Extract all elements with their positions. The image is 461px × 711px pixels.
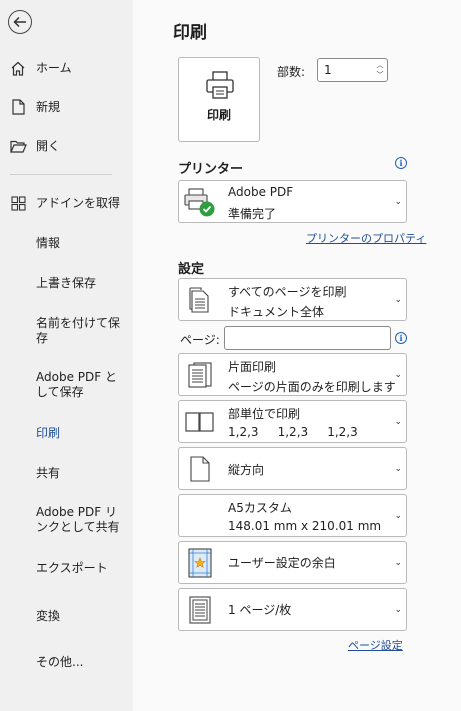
single-sided-icon — [182, 357, 218, 393]
page-setup-link[interactable]: ページ設定 — [348, 637, 403, 653]
sidebar-item-get-addins[interactable]: アドインを取得 — [0, 193, 133, 213]
sidebar-item-label: ホーム — [36, 60, 72, 75]
printer-ready-icon — [182, 184, 218, 220]
sidebar-item-home[interactable]: ホーム — [0, 58, 133, 78]
back-button[interactable] — [8, 10, 32, 34]
sides-title: 片面印刷 — [228, 360, 277, 374]
sidebar-item-print[interactable]: 印刷 — [0, 423, 133, 443]
print-range-title: すべてのページを印刷 — [228, 285, 347, 299]
sidebar-item-save[interactable]: 上書き保存 — [0, 273, 133, 293]
sidebar-item-label: 情報 — [36, 235, 61, 250]
sidebar-item-label: 上書き保存 — [36, 275, 97, 290]
sidebar-item-save-as-adobe-pdf[interactable]: Adobe PDF と して保存 — [0, 369, 133, 401]
sidebar-item-info[interactable]: 情報 — [0, 233, 133, 253]
sidebar-item-label: 共有 — [36, 465, 61, 480]
print-pane: 印刷 印刷 部数: 1 ︿ ﹀ プリンター i Adobe PDF 準備完了 ⌄… — [133, 0, 461, 711]
chevron-up-icon[interactable]: ︿ — [377, 60, 384, 70]
sides-subtitle: ページの片面のみを印刷します — [228, 380, 396, 394]
sidebar-item-label: 新規 — [36, 99, 61, 114]
paper-size-title: A5カスタム — [228, 501, 292, 515]
collation-subtitle: 1,2,3 1,2,3 1,2,3 — [228, 425, 358, 439]
sidebar-item-label: 開く — [36, 138, 61, 153]
pages-label: ページ: — [180, 333, 220, 347]
copies-stepper[interactable]: ︿ ﹀ — [374, 60, 386, 80]
pages-input[interactable] — [224, 326, 391, 350]
printer-status: 準備完了 — [228, 207, 277, 221]
printer-name: Adobe PDF — [228, 185, 294, 199]
paper-size-subtitle: 148.01 mm x 210.01 mm — [228, 519, 382, 533]
sidebar-item-new[interactable]: 新規 — [0, 97, 133, 117]
back-arrow-icon — [13, 16, 26, 28]
collation-title: 部単位で印刷 — [228, 407, 301, 421]
margins-title: ユーザー設定の余白 — [228, 556, 336, 570]
sidebar-item-label: 変換 — [36, 608, 61, 623]
sidebar-item-label: エクスポート — [36, 560, 108, 575]
chevron-down-icon[interactable]: ﹀ — [377, 70, 384, 80]
settings-section-title: 設定 — [178, 262, 205, 277]
print-range-dropdown[interactable]: すべてのページを印刷 ドキュメント全体 ⌄ — [178, 278, 407, 321]
chevron-down-icon: ⌄ — [394, 369, 402, 380]
sidebar-item-label: Adobe PDF と して保存 — [36, 370, 117, 399]
sidebar-item-more[interactable]: その他... — [0, 652, 133, 672]
chevron-down-icon: ⌄ — [394, 510, 402, 521]
printer-section-title: プリンター — [178, 162, 244, 177]
portrait-icon — [182, 451, 218, 487]
collate-icon — [182, 404, 218, 440]
pages-icon — [182, 282, 218, 318]
margins-icon — [182, 545, 218, 581]
sidebar-item-save-as[interactable]: 名前を付けて保 存 — [0, 315, 133, 347]
chevron-down-icon: ⌄ — [394, 196, 402, 207]
orientation-dropdown[interactable]: 縦方向 ⌄ — [178, 447, 407, 490]
page-title: 印刷 — [173, 23, 207, 43]
sidebar-item-share-adobe-pdf-link[interactable]: Adobe PDF リ ンクとして共有 — [0, 504, 133, 536]
pages-per-sheet-dropdown[interactable]: 1 ページ/枚 ⌄ — [178, 588, 407, 631]
printer-icon — [206, 71, 234, 99]
margins-dropdown[interactable]: ユーザー設定の余白 ⌄ — [178, 541, 407, 584]
printer-dropdown[interactable]: Adobe PDF 準備完了 ⌄ — [178, 180, 407, 223]
info-icon[interactable]: i — [395, 332, 407, 344]
pages-per-sheet-icon — [182, 592, 218, 628]
new-document-icon — [0, 99, 36, 115]
sidebar-divider — [10, 174, 112, 175]
sidebar-item-share[interactable]: 共有 — [0, 463, 133, 483]
print-button-label: 印刷 — [206, 108, 231, 122]
chevron-down-icon: ⌄ — [394, 416, 402, 427]
collation-dropdown[interactable]: 部単位で印刷 1,2,3 1,2,3 1,2,3 ⌄ — [178, 400, 407, 443]
chevron-down-icon: ⌄ — [394, 557, 402, 568]
open-folder-icon — [0, 140, 36, 153]
printer-properties-link[interactable]: プリンターのプロパティ — [306, 230, 426, 246]
sidebar-item-export[interactable]: エクスポート — [0, 558, 133, 578]
addins-icon — [0, 195, 36, 211]
sidebar-item-label: Adobe PDF リ ンクとして共有 — [36, 505, 120, 534]
orientation-title: 縦方向 — [228, 463, 265, 477]
sidebar-item-label: 名前を付けて保 存 — [36, 316, 121, 345]
sides-dropdown[interactable]: 片面印刷 ページの片面のみを印刷します ⌄ — [178, 353, 407, 396]
sidebar-item-label: アドインを取得 — [36, 195, 121, 210]
chevron-down-icon: ⌄ — [394, 463, 402, 474]
sidebar-item-open[interactable]: 開く — [0, 136, 133, 156]
sidebar-item-label: その他... — [36, 654, 84, 669]
copies-label: 部数: — [277, 65, 306, 79]
paper-size-dropdown[interactable]: A5カスタム 148.01 mm x 210.01 mm ⌄ — [178, 494, 407, 537]
chevron-down-icon: ⌄ — [394, 604, 402, 615]
backstage-sidebar: ホーム 新規 開く アドインを取得 情報 上書き保存 名前を付けて保 存 Ado… — [0, 0, 133, 711]
pages-per-sheet-title: 1 ページ/枚 — [228, 603, 292, 617]
home-icon — [0, 61, 36, 76]
paper-size-icon — [182, 498, 218, 534]
chevron-down-icon: ⌄ — [394, 294, 402, 305]
print-button[interactable]: 印刷 — [178, 57, 260, 142]
sidebar-item-label: 印刷 — [36, 425, 61, 440]
info-icon[interactable]: i — [395, 157, 407, 169]
sidebar-item-convert[interactable]: 変換 — [0, 606, 133, 626]
print-range-subtitle: ドキュメント全体 — [228, 305, 325, 319]
